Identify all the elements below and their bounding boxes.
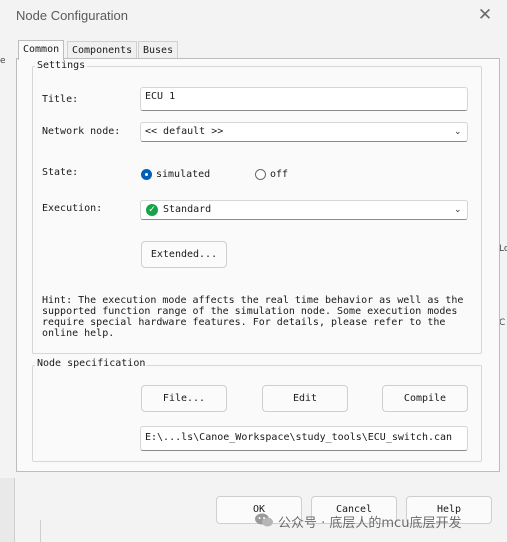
- tab-common[interactable]: Common: [18, 40, 65, 60]
- node-specification-title: Node specification: [35, 358, 148, 370]
- background-window-fragment-left: e: [0, 56, 6, 66]
- network-node-select[interactable]: << default >> ⌄: [140, 122, 468, 142]
- title-label: Title:: [42, 94, 79, 105]
- settings-group-title: Settings: [35, 60, 88, 72]
- tab-buses[interactable]: Buses: [138, 41, 179, 59]
- state-off-radio[interactable]: [255, 169, 266, 180]
- hint-text: Hint: The execution mode affects the rea…: [42, 295, 464, 339]
- chevron-down-icon: ⌄: [454, 205, 462, 215]
- state-simulated-label[interactable]: simulated: [156, 169, 210, 181]
- state-label: State:: [42, 167, 79, 178]
- background-window-edge: [0, 478, 15, 542]
- wechat-icon: [254, 512, 274, 528]
- tab-components[interactable]: Components: [67, 41, 138, 59]
- divider: [40, 520, 41, 542]
- edit-button[interactable]: Edit: [262, 385, 348, 412]
- state-simulated-radio[interactable]: [141, 169, 152, 180]
- window-title: Node Configuration: [16, 8, 129, 23]
- watermark-text: 公众号 · 底层人的mcu底层开发: [278, 516, 462, 531]
- check-circle-icon: ✓: [146, 204, 158, 216]
- close-icon[interactable]: ✕: [474, 4, 496, 26]
- file-path-field: E:\...ls\Canoe_Workspace\study_tools\ECU…: [140, 426, 468, 451]
- chevron-down-icon: ⌄: [454, 127, 462, 137]
- execution-label: Execution:: [42, 203, 103, 214]
- file-button[interactable]: File...: [141, 385, 227, 412]
- title-input[interactable]: ECU 1: [140, 87, 468, 111]
- extended-button[interactable]: Extended...: [141, 241, 227, 268]
- state-off-label[interactable]: off: [270, 169, 288, 181]
- execution-select[interactable]: ✓ Standard ⌄: [140, 200, 468, 220]
- title-input-value: ECU 1: [145, 91, 176, 102]
- compile-button[interactable]: Compile: [382, 385, 468, 412]
- file-path-value: E:\...ls\Canoe_Workspace\study_tools\ECU…: [145, 432, 453, 443]
- background-window-fragment-right-top: Lo: [499, 244, 507, 254]
- network-node-value: << default >>: [145, 126, 224, 137]
- execution-value: Standard: [163, 204, 212, 215]
- network-node-label: Network node:: [42, 126, 121, 137]
